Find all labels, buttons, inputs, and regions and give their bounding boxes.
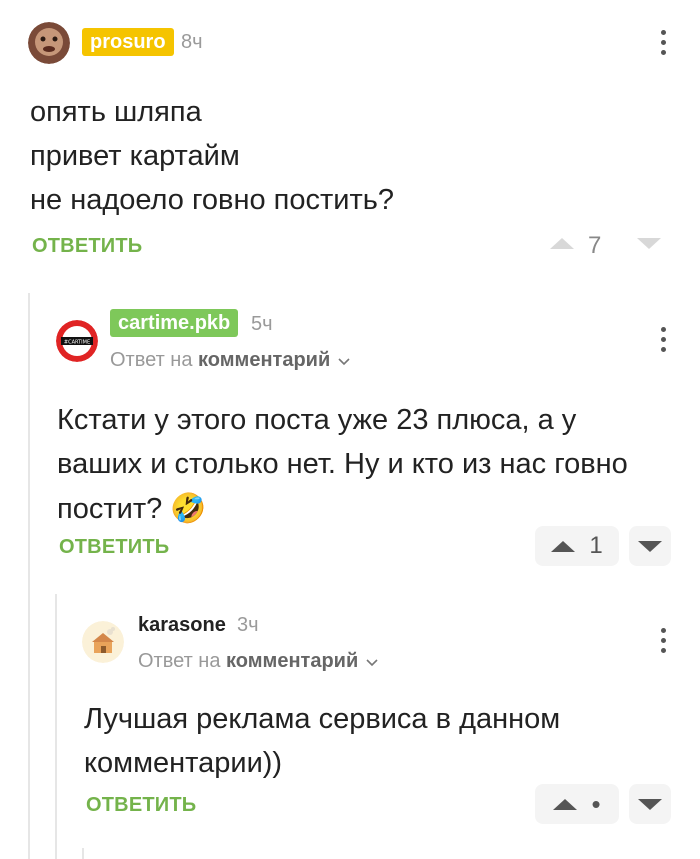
comment-text: Кстати у этого поста уже 23 плюса, а у в…	[57, 398, 687, 531]
vote-score: •	[591, 788, 601, 819]
svg-text:#CARTIME: #CARTIME	[64, 340, 90, 346]
avatar-image: #CARTIME	[56, 320, 98, 362]
reply-to-target: комментарий	[226, 650, 359, 672]
vote-score: 1	[589, 532, 603, 559]
avatar[interactable]	[82, 621, 124, 663]
comment-line: привет картайм	[30, 140, 240, 172]
reply-to-prefix: Ответ на	[138, 650, 221, 672]
comment-line-text: постит?	[57, 493, 163, 525]
avatar-image	[28, 22, 70, 64]
arrow-up-icon[interactable]	[553, 798, 578, 810]
chevron-down-icon	[338, 358, 350, 366]
vote-box: 1	[535, 526, 619, 566]
comment-line: Кстати у этого поста уже 23 плюса, а у	[57, 404, 577, 436]
arrow-down-icon[interactable]	[637, 238, 661, 249]
comment-line: опять шляпа	[30, 96, 202, 128]
thread-line	[82, 848, 84, 859]
chevron-down-icon	[366, 659, 378, 667]
thread-line	[55, 594, 57, 859]
reply-to-link[interactable]: Ответ на комментарий	[138, 650, 378, 673]
thread-line	[28, 293, 30, 859]
comment-text: Лучшая реклама сервиса в данном коммента…	[84, 697, 684, 785]
downvote-button[interactable]	[629, 526, 671, 566]
arrow-up-icon[interactable]	[551, 540, 576, 552]
comment-line: комментарии))	[84, 747, 283, 779]
laughing-emoji-icon: 🤣	[170, 491, 207, 525]
username[interactable]: karasone	[138, 614, 226, 637]
arrow-down-icon	[638, 798, 662, 810]
downvote-button[interactable]	[629, 784, 671, 824]
kebab-icon[interactable]	[661, 30, 667, 55]
reply-to-prefix: Ответ на	[110, 349, 193, 371]
avatar-image	[82, 621, 124, 663]
comment-text: опять шляпа привет картайм не надоело го…	[30, 90, 650, 222]
comment-line: ваших и столько нет. Ну и кто из нас гов…	[57, 448, 628, 480]
reply-button[interactable]: ОТВЕТИТЬ	[59, 536, 169, 559]
kebab-icon[interactable]	[661, 327, 667, 352]
reply-button[interactable]: ОТВЕТИТЬ	[86, 794, 196, 817]
arrow-down-icon	[638, 540, 662, 552]
timestamp: 3ч	[237, 614, 259, 636]
comment-line: постит? 🤣	[57, 486, 687, 531]
avatar[interactable]	[28, 22, 70, 64]
kebab-icon[interactable]	[661, 628, 667, 653]
comment-line: не надоело говно постить?	[30, 184, 395, 216]
reply-button[interactable]: ОТВЕТИТЬ	[32, 235, 142, 258]
timestamp: 8ч	[181, 31, 203, 53]
vote-box: •	[535, 784, 619, 824]
username-badge[interactable]: cartime.pkb	[110, 309, 239, 337]
reply-to-target: комментарий	[198, 349, 331, 371]
avatar[interactable]: #CARTIME	[56, 320, 98, 362]
vote-score: 7	[588, 232, 602, 259]
comment-line: Лучшая реклама сервиса в данном	[84, 703, 561, 735]
reply-to-link[interactable]: Ответ на комментарий	[110, 349, 350, 372]
timestamp: 5ч	[251, 313, 273, 335]
username-badge[interactable]: prosuro	[82, 28, 174, 56]
arrow-up-icon[interactable]	[550, 238, 574, 249]
